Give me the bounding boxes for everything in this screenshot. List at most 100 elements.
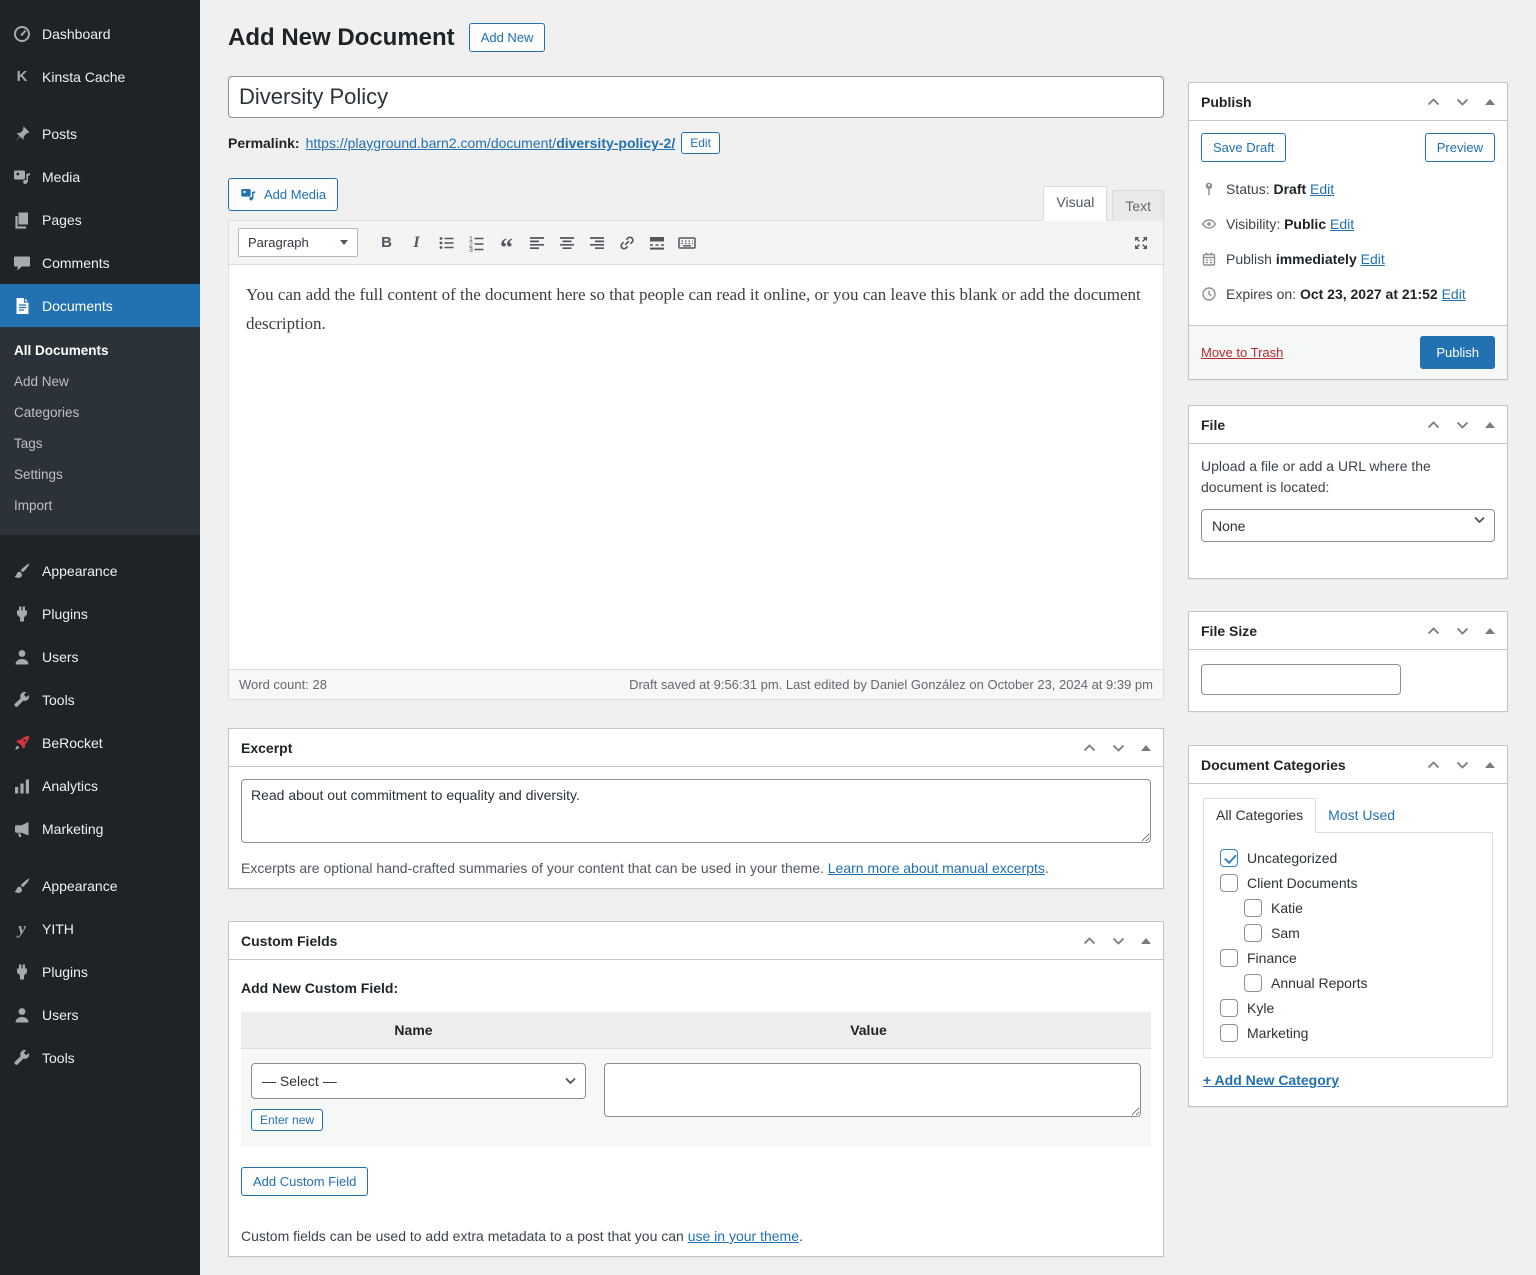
fullscreen-button[interactable] [1127,230,1154,255]
edit-expires-link[interactable]: Edit [1442,286,1466,302]
move-down-icon[interactable] [1112,937,1125,945]
add-custom-field-button[interactable]: Add Custom Field [241,1167,368,1196]
sidebar-item-tools-2[interactable]: Tools [0,1036,200,1079]
sidebar-item-dashboard[interactable]: Dashboard [0,12,200,55]
excerpt-help-link[interactable]: Learn more about manual excerpts [828,860,1045,876]
align-right-button[interactable] [583,230,610,255]
bold-button[interactable]: B [373,230,400,255]
document-title-input[interactable] [228,76,1164,118]
category-item[interactable]: Client Documents [1214,870,1482,895]
custom-fields-help-link[interactable]: use in your theme [688,1228,799,1244]
category-item[interactable]: Katie [1238,895,1482,920]
blockquote-button[interactable]: “ [493,230,520,255]
move-down-icon[interactable] [1112,744,1125,752]
bullet-list-button[interactable] [433,230,460,255]
toggle-panel-icon[interactable] [1485,628,1495,634]
sidebar-item-berocket[interactable]: BeRocket [0,721,200,764]
sidebar-item-media[interactable]: Media [0,155,200,198]
submenu-import[interactable]: Import [0,490,200,521]
edit-schedule-link[interactable]: Edit [1361,251,1385,267]
tab-most-used[interactable]: Most Used [1316,799,1407,833]
file-source-select[interactable]: None [1201,509,1495,542]
align-left-button[interactable] [523,230,550,255]
align-center-button[interactable] [553,230,580,255]
sidebar-item-plugins[interactable]: Plugins [0,592,200,635]
move-down-icon[interactable] [1456,627,1469,635]
submenu-settings[interactable]: Settings [0,459,200,490]
move-up-icon[interactable] [1083,744,1096,752]
category-item[interactable]: Annual Reports [1238,970,1482,995]
toggle-panel-icon[interactable] [1485,99,1495,105]
move-down-icon[interactable] [1456,421,1469,429]
toggle-panel-icon[interactable] [1141,745,1151,751]
sidebar-item-kinsta-cache[interactable]: K Kinsta Cache [0,55,200,98]
toggle-panel-icon[interactable] [1485,762,1495,768]
sidebar-item-plugins-2[interactable]: Plugins [0,950,200,993]
add-media-button[interactable]: Add Media [228,178,338,211]
move-up-icon[interactable] [1427,421,1440,429]
sidebar-item-tools[interactable]: Tools [0,678,200,721]
sidebar-item-users[interactable]: Users [0,635,200,678]
tab-text[interactable]: Text [1112,190,1164,221]
sidebar-item-appearance-2[interactable]: Appearance [0,864,200,907]
read-more-button[interactable] [643,230,670,255]
save-draft-button[interactable]: Save Draft [1201,133,1286,162]
submenu-categories[interactable]: Categories [0,397,200,428]
excerpt-textarea[interactable]: Read about out commitment to equality an… [241,779,1151,843]
custom-field-value-textarea[interactable] [604,1063,1141,1117]
category-item[interactable]: Uncategorized [1214,845,1482,870]
category-checkbox[interactable] [1220,849,1238,867]
italic-button[interactable]: I [403,230,430,255]
tab-all-categories[interactable]: All Categories [1203,798,1316,833]
submenu-all-documents[interactable]: All Documents [0,335,200,366]
enter-new-button[interactable]: Enter new [251,1109,323,1131]
category-checkbox[interactable] [1220,874,1238,892]
sidebar-item-users-2[interactable]: Users [0,993,200,1036]
submenu-tags[interactable]: Tags [0,428,200,459]
move-up-icon[interactable] [1427,98,1440,106]
sidebar-item-documents[interactable]: Documents [0,284,200,327]
sidebar-item-appearance[interactable]: Appearance [0,549,200,592]
move-to-trash-link[interactable]: Move to Trash [1201,345,1283,360]
move-down-icon[interactable] [1456,761,1469,769]
sidebar-item-pages[interactable]: Pages [0,198,200,241]
category-checkbox[interactable] [1244,924,1262,942]
keyboard-shortcuts-button[interactable] [673,230,700,255]
category-checkbox[interactable] [1220,949,1238,967]
category-checkbox[interactable] [1220,999,1238,1017]
move-up-icon[interactable] [1083,937,1096,945]
edit-status-link[interactable]: Edit [1310,181,1334,197]
move-down-icon[interactable] [1456,98,1469,106]
category-item[interactable]: Marketing [1214,1020,1482,1045]
move-up-icon[interactable] [1427,761,1440,769]
editor-body[interactable]: You can add the full content of the docu… [229,265,1163,669]
custom-field-name-select[interactable]: — Select — [251,1063,586,1099]
category-item[interactable]: Kyle [1214,995,1482,1020]
edit-visibility-link[interactable]: Edit [1330,216,1354,232]
category-checkbox[interactable] [1244,899,1262,917]
numbered-list-button[interactable]: 123 [463,230,490,255]
file-size-input[interactable] [1201,664,1401,695]
sidebar-item-marketing[interactable]: Marketing [0,807,200,850]
move-up-icon[interactable] [1427,627,1440,635]
sidebar-item-yith[interactable]: y YITH [0,907,200,950]
sidebar-item-comments[interactable]: Comments [0,241,200,284]
category-item[interactable]: Sam [1238,920,1482,945]
submenu-add-new[interactable]: Add New [0,366,200,397]
paragraph-format-select[interactable]: Paragraph [238,228,358,257]
permalink-edit-button[interactable]: Edit [681,132,720,154]
sidebar-item-posts[interactable]: Posts [0,112,200,155]
sidebar-item-analytics[interactable]: Analytics [0,764,200,807]
category-item[interactable]: Finance [1214,945,1482,970]
add-new-button[interactable]: Add New [469,23,546,52]
category-checkbox[interactable] [1244,974,1262,992]
category-checkbox[interactable] [1220,1024,1238,1042]
tab-visual[interactable]: Visual [1043,186,1107,221]
toggle-panel-icon[interactable] [1485,422,1495,428]
toggle-panel-icon[interactable] [1141,938,1151,944]
add-new-category-link[interactable]: + Add New Category [1203,1072,1339,1088]
publish-button[interactable]: Publish [1420,336,1495,369]
link-button[interactable] [613,230,640,255]
permalink-url[interactable]: https://playground.barn2.com/document/di… [306,135,676,151]
preview-button[interactable]: Preview [1425,133,1495,162]
